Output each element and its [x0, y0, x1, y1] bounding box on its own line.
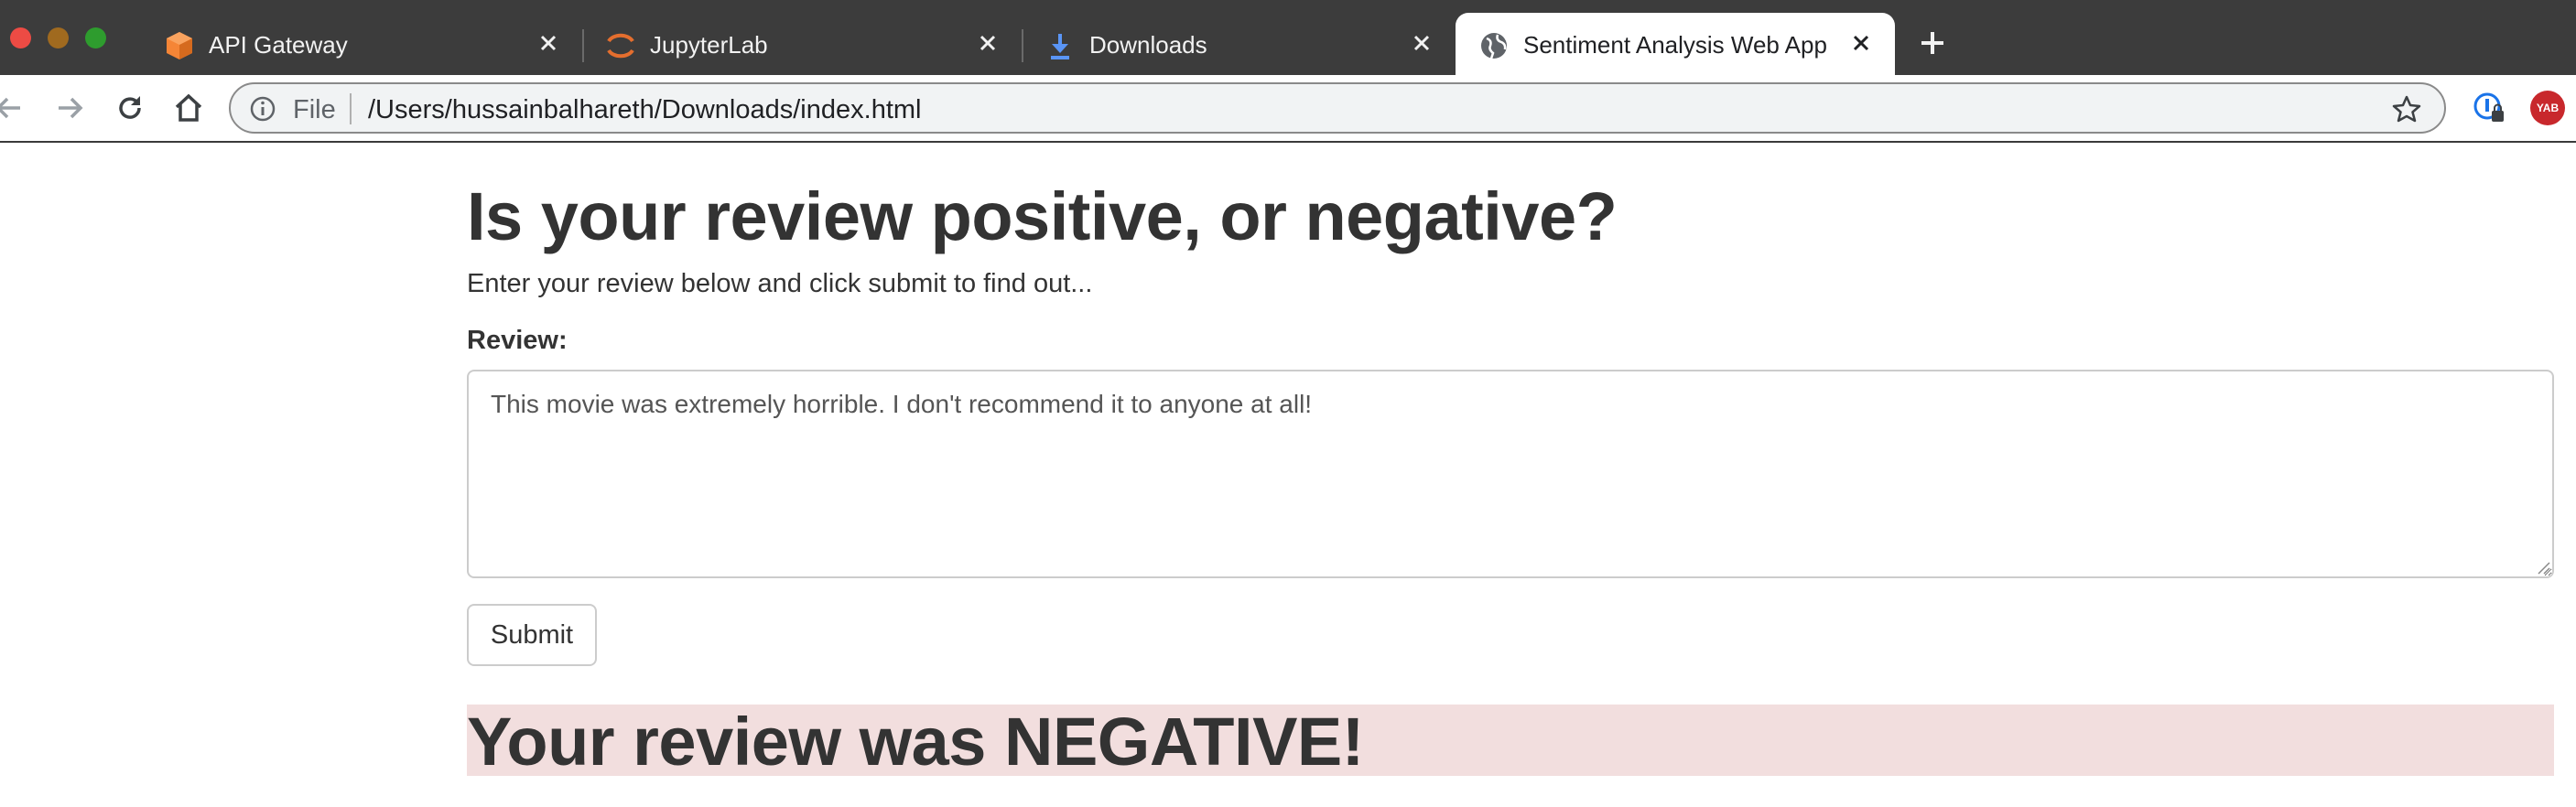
download-icon [1044, 29, 1077, 62]
tab-label: API Gateway [209, 31, 348, 59]
close-tab-icon[interactable] [1847, 29, 1875, 57]
submit-button[interactable]: Submit [467, 604, 597, 666]
browser-toolbar: File /Users/hussainbalhareth/Downloads/i… [0, 75, 2576, 143]
address-bar[interactable]: File /Users/hussainbalhareth/Downloads/i… [229, 82, 2446, 134]
aws-cube-icon [163, 29, 196, 62]
tab-downloads[interactable]: Downloads [1022, 13, 1456, 75]
review-field-wrapper: This movie was extremely horrible. I don… [467, 370, 2554, 578]
resize-handle-icon[interactable] [2534, 558, 2550, 575]
info-icon[interactable] [249, 95, 276, 123]
close-tab-icon[interactable] [535, 29, 562, 57]
bookmark-star-icon[interactable] [2391, 93, 2422, 124]
reload-icon[interactable] [114, 91, 146, 124]
back-arrow-icon[interactable] [0, 91, 26, 124]
url-scheme: File [293, 95, 336, 124]
close-tab-icon[interactable] [1408, 29, 1435, 57]
tab-strip: API Gateway JupyterLab Downloads Sentime… [0, 0, 2576, 75]
zoom-window-button[interactable] [85, 27, 106, 48]
tab-label: JupyterLab [650, 31, 768, 59]
password-manager-icon[interactable] [2472, 91, 2506, 125]
globe-icon [1477, 29, 1510, 62]
tab-jupyterlab[interactable]: JupyterLab [582, 13, 1023, 75]
close-window-button[interactable] [10, 27, 31, 48]
jupyter-icon [604, 29, 637, 62]
page-title: Is your review positive, or negative? [467, 178, 1618, 254]
review-textarea[interactable]: This movie was extremely horrible. I don… [467, 370, 2554, 578]
result-text: Your review was NEGATIVE! [467, 704, 1364, 780]
divider [350, 93, 352, 124]
minimize-window-button[interactable] [48, 27, 69, 48]
url-text[interactable]: /Users/hussainbalhareth/Downloads/index.… [368, 95, 921, 125]
tab-api-gateway[interactable]: API Gateway [141, 13, 584, 75]
home-icon[interactable] [172, 91, 205, 124]
tab-sentiment-analysis[interactable]: Sentiment Analysis Web App [1456, 13, 1895, 75]
yab-extension-icon[interactable]: YAB [2530, 91, 2565, 125]
forward-arrow-icon[interactable] [53, 91, 86, 124]
tab-label: Downloads [1089, 31, 1207, 59]
review-label: Review: [467, 326, 568, 355]
intro-text: Enter your review below and click submit… [467, 269, 1093, 298]
close-tab-icon[interactable] [974, 29, 1001, 57]
new-tab-icon[interactable] [1917, 27, 1948, 59]
tab-label: Sentiment Analysis Web App [1523, 31, 1827, 59]
result-banner: Your review was NEGATIVE! [467, 705, 2554, 780]
